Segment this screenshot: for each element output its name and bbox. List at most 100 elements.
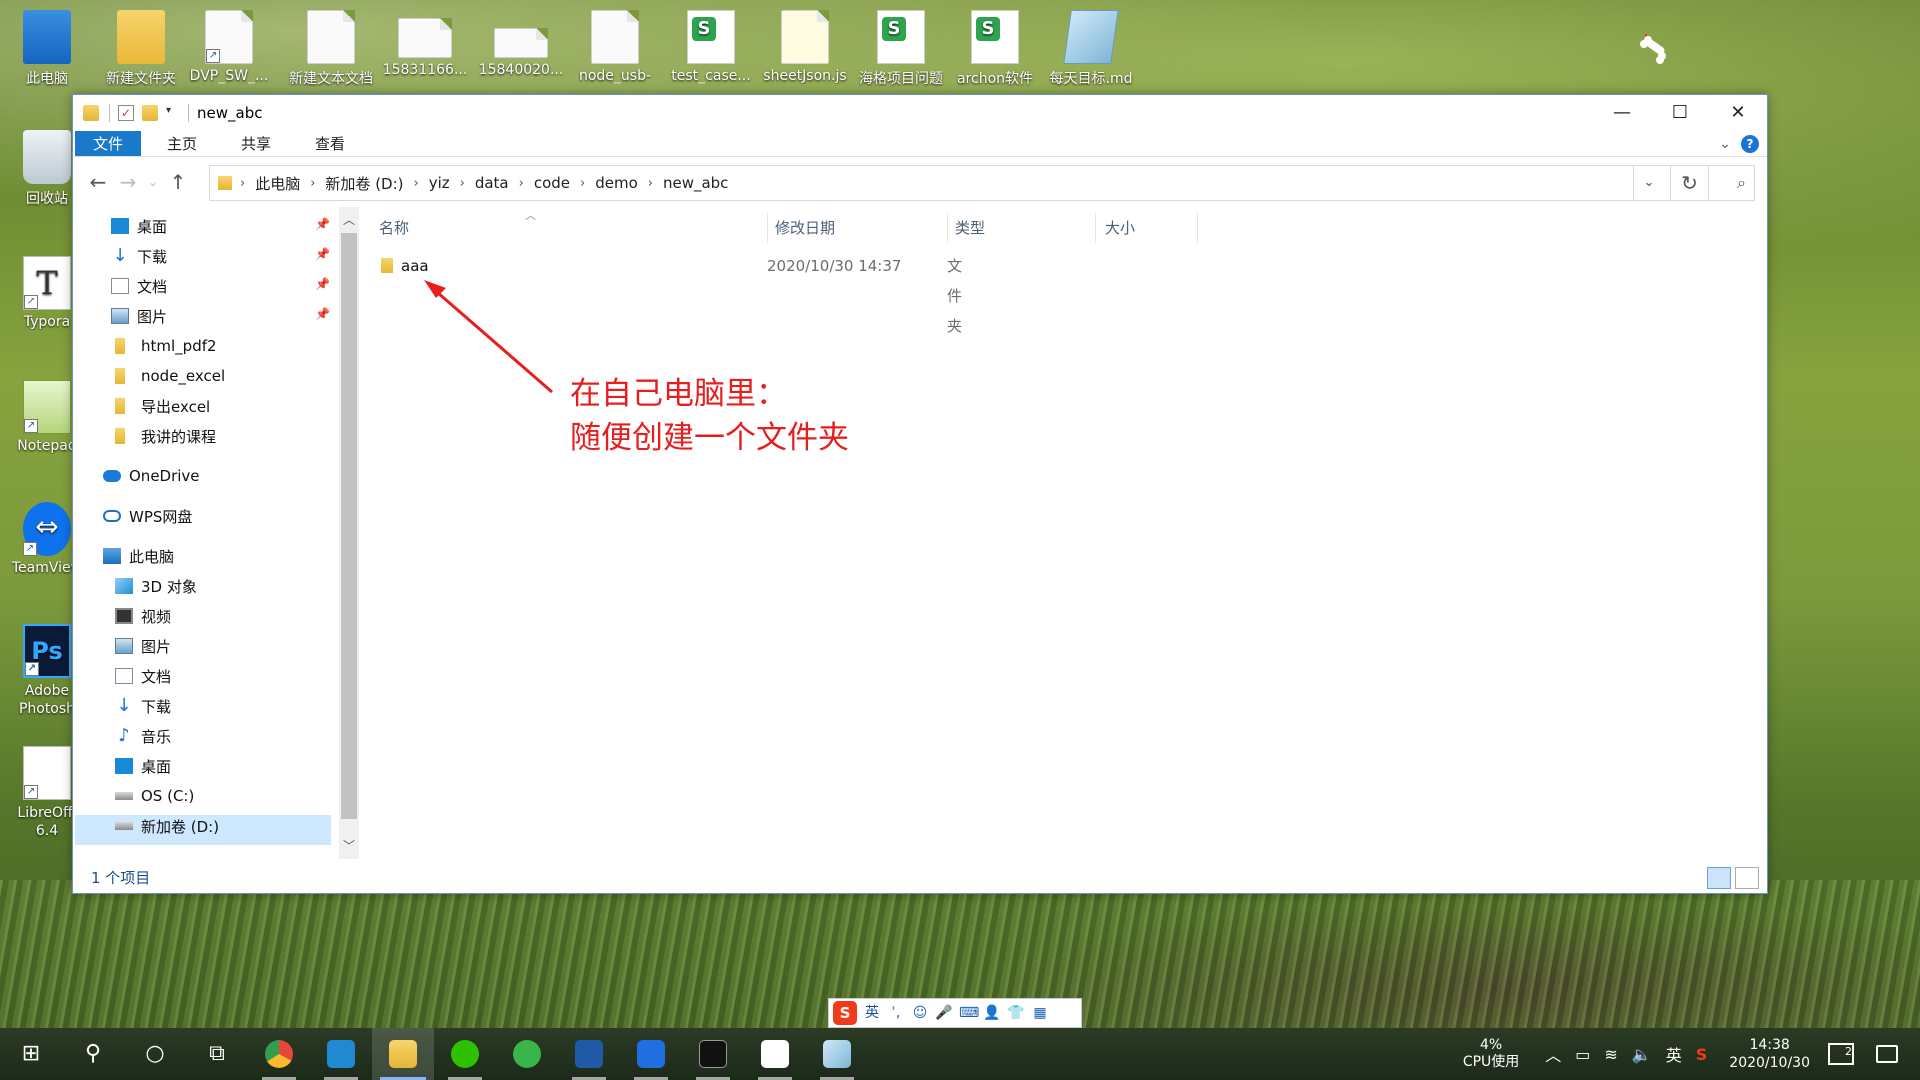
- desktop-icon-test-case[interactable]: S test_case...: [668, 10, 754, 84]
- desktop-icon-image-1584[interactable]: 15840020...: [478, 10, 564, 78]
- nav-item-videos[interactable]: 视频: [115, 601, 171, 631]
- taskbar-markdown[interactable]: [806, 1028, 868, 1080]
- skin-icon[interactable]: 👕: [1007, 1004, 1025, 1022]
- wifi-icon[interactable]: ≋: [1604, 1045, 1617, 1064]
- breadcrumb-this-pc[interactable]: 此电脑: [255, 173, 300, 194]
- column-header-name[interactable]: 名称: [379, 213, 409, 243]
- scroll-down-icon[interactable]: ﹀: [339, 837, 359, 854]
- nav-item-wps-drive[interactable]: WPS网盘: [103, 501, 192, 531]
- nav-item-pc-documents[interactable]: 文档: [115, 661, 171, 691]
- taskbar-chrome[interactable]: [248, 1028, 310, 1080]
- column-header-modified[interactable]: 修改日期: [775, 213, 835, 243]
- desktop-icon-archon[interactable]: S archon软件: [952, 10, 1038, 88]
- desktop-icon-new-text-doc[interactable]: 新建文本文档: [288, 10, 374, 88]
- nav-item-drive-d[interactable]: 新加卷 (D:): [115, 811, 219, 841]
- scroll-up-icon[interactable]: ︿: [339, 211, 359, 228]
- input-language-indicator[interactable]: 英: [1666, 1042, 1682, 1066]
- nav-item-pc-desktop[interactable]: 桌面: [115, 751, 171, 781]
- sogou-tray-icon[interactable]: S: [1696, 1045, 1708, 1064]
- volume-icon[interactable]: 🔈: [1632, 1045, 1652, 1064]
- nav-item-downloads[interactable]: ↓ 下载: [111, 241, 167, 271]
- breadcrumb-yiz[interactable]: yiz: [429, 174, 450, 192]
- help-icon[interactable]: ?: [1741, 135, 1759, 153]
- breadcrumb-new-abc[interactable]: new_abc: [663, 174, 728, 192]
- details-view-icon[interactable]: [1707, 867, 1731, 889]
- desktop-icon-this-pc[interactable]: 此电脑: [4, 10, 90, 88]
- task-view-button[interactable]: ⧉: [186, 1028, 248, 1080]
- nav-item-this-pc[interactable]: 此电脑: [103, 541, 174, 571]
- desktop-icon-dvp-pdf[interactable]: ↗ DVP_SW_...: [186, 10, 272, 84]
- file-row-aaa[interactable]: aaa 2020/10/30 14:37 文件夹: [373, 251, 973, 335]
- breadcrumb-data[interactable]: data: [475, 174, 509, 192]
- minimize-button[interactable]: —: [1593, 95, 1651, 131]
- desktop-icon-image-1583[interactable]: 15831166...: [382, 10, 468, 78]
- emoji-icon[interactable]: ☺: [911, 1004, 929, 1022]
- breadcrumb-separator[interactable]: ›: [580, 176, 585, 191]
- properties-icon[interactable]: ✓: [118, 105, 134, 121]
- nav-item-export-excel[interactable]: 导出excel: [115, 391, 210, 421]
- toolbox-icon[interactable]: ▦: [1031, 1004, 1049, 1022]
- cortana-button[interactable]: ○: [124, 1028, 186, 1080]
- maximize-button[interactable]: ☐: [1651, 95, 1709, 131]
- nav-item-drive-c[interactable]: OS (C:): [115, 781, 194, 811]
- address-bar[interactable]: › 此电脑 › 新加卷 (D:) › yiz › data › code › d…: [209, 165, 1709, 201]
- desktop-icon-new-folder[interactable]: 新建文件夹: [98, 10, 184, 88]
- pin-icon[interactable]: 📌: [315, 247, 330, 261]
- breadcrumb-separator[interactable]: ›: [240, 176, 245, 191]
- recent-locations-button[interactable]: ⌄: [143, 175, 163, 189]
- back-button[interactable]: ←: [83, 170, 113, 194]
- breadcrumb-drive-d[interactable]: 新加卷 (D:): [325, 173, 403, 194]
- search-input[interactable]: ⌕: [1633, 165, 1755, 201]
- nav-item-onedrive[interactable]: OneDrive: [103, 461, 200, 491]
- title-bar[interactable]: ✓ ▾ new_abc — ☐ ✕: [73, 95, 1767, 131]
- pin-icon[interactable]: 📌: [315, 217, 330, 231]
- pin-icon[interactable]: 📌: [315, 307, 330, 321]
- clock[interactable]: 14:38 2020/10/30: [1729, 1036, 1810, 1072]
- sogou-icon[interactable]: S: [833, 1001, 857, 1025]
- breadcrumb-separator[interactable]: ›: [310, 176, 315, 191]
- desktop-icon-haige-issues[interactable]: S 海格项目问题: [858, 10, 944, 88]
- battery-icon[interactable]: ▭: [1575, 1045, 1590, 1064]
- nav-item-documents[interactable]: 文档: [111, 271, 167, 301]
- nav-item-pictures[interactable]: 图片: [111, 301, 167, 331]
- taskbar-wps[interactable]: [620, 1028, 682, 1080]
- punctuation-icon[interactable]: ʾ,: [887, 1004, 905, 1022]
- tab-view[interactable]: 查看: [297, 131, 363, 156]
- column-divider[interactable]: [947, 213, 948, 243]
- expand-ribbon-icon[interactable]: ⌄: [1719, 136, 1731, 152]
- column-header-size[interactable]: 大小: [1105, 213, 1135, 243]
- search-button[interactable]: ⚲: [62, 1028, 124, 1080]
- taskbar-terminal[interactable]: [682, 1028, 744, 1080]
- nav-item-node-excel[interactable]: node_excel: [115, 361, 225, 391]
- show-hidden-icons-icon[interactable]: ︿: [1545, 1042, 1561, 1066]
- column-divider[interactable]: [1197, 213, 1198, 243]
- keyboard-icon[interactable]: ⌨: [959, 1004, 979, 1022]
- cpu-usage[interactable]: 4% CPU使用: [1463, 1037, 1519, 1071]
- column-divider[interactable]: [1095, 213, 1096, 243]
- tab-home[interactable]: 主页: [149, 131, 215, 156]
- ime-mode-toggle[interactable]: 英: [863, 1004, 881, 1022]
- nav-item-3d-objects[interactable]: 3D 对象: [115, 571, 197, 601]
- nav-scrollbar[interactable]: ︿ ﹀: [339, 207, 359, 859]
- large-icons-view-icon[interactable]: [1735, 867, 1759, 889]
- tab-file[interactable]: 文件: [75, 131, 142, 156]
- customize-toolbar-icon[interactable]: ▾: [166, 105, 178, 121]
- nav-item-my-courses[interactable]: 我讲的课程: [115, 421, 216, 451]
- taskbar-typora[interactable]: [744, 1028, 806, 1080]
- taskbar-browser[interactable]: [496, 1028, 558, 1080]
- column-header-type[interactable]: 类型: [955, 213, 985, 243]
- nav-item-html-pdf2[interactable]: html_pdf2: [115, 331, 217, 361]
- pin-icon[interactable]: 📌: [315, 277, 330, 291]
- user-icon[interactable]: 👤: [983, 1004, 1001, 1022]
- nav-item-pc-pictures[interactable]: 图片: [115, 631, 171, 661]
- column-divider[interactable]: [767, 213, 768, 243]
- desktop-icon-node-usb[interactable]: node_usb-: [572, 10, 658, 84]
- scrollbar-thumb[interactable]: [341, 233, 357, 819]
- close-button[interactable]: ✕: [1709, 95, 1767, 131]
- nav-item-pc-downloads[interactable]: ↓ 下载: [115, 691, 171, 721]
- desktop-icon-daily-goals-md[interactable]: 每天目标.md: [1048, 10, 1134, 88]
- taskbar-wechat[interactable]: [434, 1028, 496, 1080]
- breadcrumb-code[interactable]: code: [534, 174, 570, 192]
- taskbar-powershell[interactable]: [558, 1028, 620, 1080]
- taskbar-file-explorer[interactable]: [372, 1028, 434, 1080]
